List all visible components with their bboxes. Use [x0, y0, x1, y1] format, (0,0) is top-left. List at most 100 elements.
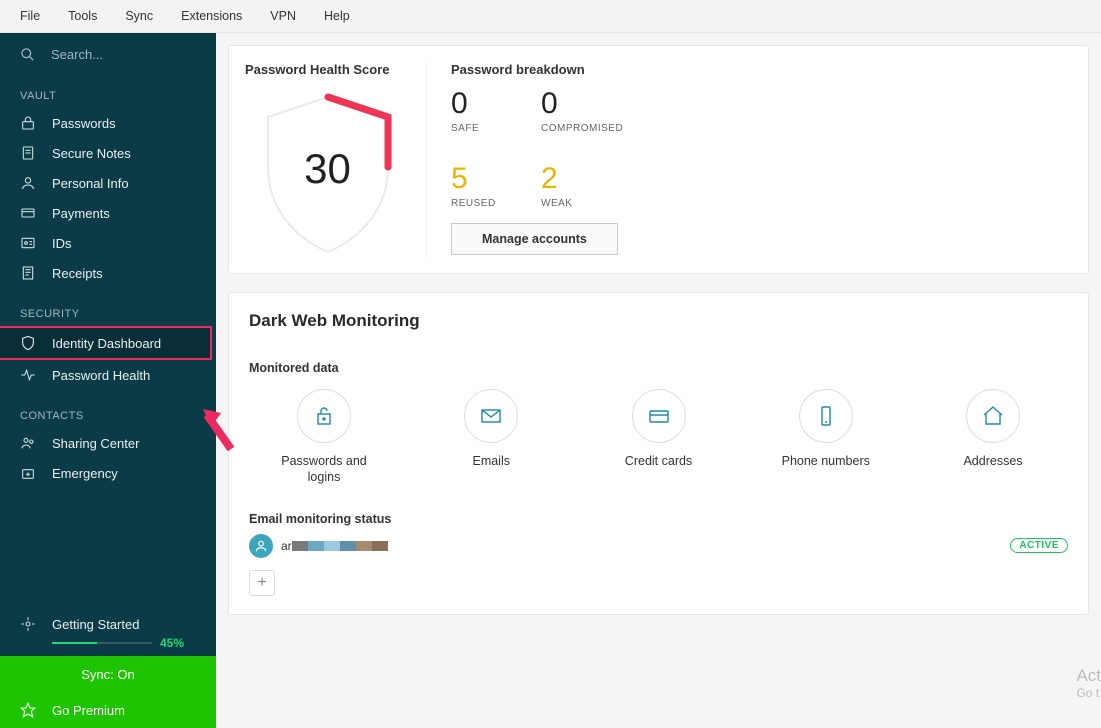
card-icon: [647, 404, 671, 428]
menu-help[interactable]: Help: [310, 3, 364, 29]
breakdown-column: Password breakdown 0 SAFE 0 COMPROMISED …: [427, 62, 675, 257]
sidebar-item-ids[interactable]: IDs: [0, 228, 216, 258]
dark-web-card: Dark Web Monitoring Monitored data Passw…: [228, 292, 1089, 615]
add-email-button[interactable]: +: [249, 570, 275, 596]
sidebar-item-label: Emergency: [52, 466, 118, 481]
sidebar-item-label: Personal Info: [52, 176, 129, 191]
score-title: Password Health Score: [245, 62, 410, 77]
menu-vpn[interactable]: VPN: [256, 3, 310, 29]
monitored-label: Credit cards: [625, 453, 692, 469]
breakdown-title: Password breakdown: [451, 62, 651, 77]
menubar: File Tools Sync Extensions VPN Help: [0, 0, 1101, 33]
breakdown-compromised-value: 0: [541, 89, 623, 119]
breakdown-safe: 0 SAFE: [451, 89, 511, 134]
lock-icon: [312, 404, 336, 428]
pulse-icon: [20, 367, 36, 383]
email-monitoring-title: Email monitoring status: [249, 512, 1068, 526]
sidebar-item-label: Passwords: [52, 116, 116, 131]
active-badge: ACTIVE: [1010, 538, 1068, 553]
breakdown-weak-label: WEAK: [541, 198, 601, 209]
sidebar-item-label: Sharing Center: [52, 436, 139, 451]
monitored-emails[interactable]: Emails: [436, 389, 546, 486]
sidebar-item-password-health[interactable]: Password Health: [0, 360, 216, 390]
breakdown-reused-value: 5: [451, 164, 511, 194]
breakdown-weak: 2 WEAK: [541, 164, 601, 209]
progress-bar: [52, 642, 152, 644]
sidebar-item-label: Password Health: [52, 368, 150, 383]
sidebar-item-label: Secure Notes: [52, 146, 131, 161]
monitored-passwords[interactable]: Passwords and logins: [269, 389, 379, 486]
sidebar-item-sharing-center[interactable]: Sharing Center: [0, 428, 216, 458]
breakdown-safe-label: SAFE: [451, 123, 511, 134]
menu-extensions[interactable]: Extensions: [167, 3, 256, 29]
sidebar-item-receipts[interactable]: Receipts: [0, 258, 216, 288]
sparkle-icon: [20, 616, 36, 632]
person-icon: [254, 539, 268, 553]
menu-file[interactable]: File: [6, 3, 54, 29]
progress-percent: 45%: [160, 636, 184, 650]
sidebar: Search... VAULT Passwords Secure Notes P…: [0, 33, 216, 728]
email-redacted: ar: [281, 539, 388, 553]
shield-icon: [20, 335, 36, 351]
monitored-row: Passwords and logins Emails Credit cards…: [249, 389, 1068, 486]
lock-icon: [20, 115, 36, 131]
email-monitoring-row: ar ACTIVE: [249, 534, 1068, 558]
search-icon: [20, 47, 35, 62]
sync-label: Sync: On: [81, 667, 134, 682]
emergency-icon: [20, 465, 36, 481]
manage-accounts-button[interactable]: Manage accounts: [451, 223, 618, 255]
monitored-label: Passwords and logins: [269, 453, 379, 486]
home-icon: [981, 404, 1005, 428]
health-card: Password Health Score 30 Password breakd…: [228, 45, 1089, 274]
breakdown-reused-label: REUSED: [451, 198, 511, 209]
section-vault-label: VAULT: [0, 70, 216, 108]
search-placeholder: Search...: [51, 47, 103, 62]
sidebar-item-emergency[interactable]: Emergency: [0, 458, 216, 488]
star-icon: [20, 702, 36, 718]
sidebar-item-label: IDs: [52, 236, 72, 251]
breakdown-weak-value: 2: [541, 164, 601, 194]
note-icon: [20, 145, 36, 161]
main-content: Password Health Score 30 Password breakd…: [216, 33, 1101, 728]
sidebar-item-label: Identity Dashboard: [52, 336, 161, 351]
sidebar-item-payments[interactable]: Payments: [0, 198, 216, 228]
dwm-title: Dark Web Monitoring: [249, 311, 1068, 331]
people-icon: [20, 435, 36, 451]
card-icon: [20, 205, 36, 221]
breakdown-reused: 5 REUSED: [451, 164, 511, 209]
go-premium-button[interactable]: Go Premium: [0, 692, 216, 728]
sync-status[interactable]: Sync: On: [0, 656, 216, 692]
score-column: Password Health Score 30: [229, 62, 427, 257]
id-icon: [20, 235, 36, 251]
section-security-label: SECURITY: [0, 288, 216, 326]
sidebar-bottom: Getting Started 45% Sync: On Go Premium: [0, 606, 216, 728]
breakdown-safe-value: 0: [451, 89, 511, 119]
score-shield: 30: [253, 87, 403, 257]
menu-sync[interactable]: Sync: [111, 3, 167, 29]
avatar: [249, 534, 273, 558]
monitored-credit-cards[interactable]: Credit cards: [604, 389, 714, 486]
sidebar-item-personal-info[interactable]: Personal Info: [0, 168, 216, 198]
search-input[interactable]: Search...: [0, 33, 216, 70]
mail-icon: [479, 404, 503, 428]
monitored-addresses[interactable]: Addresses: [938, 389, 1048, 486]
menu-tools[interactable]: Tools: [54, 3, 111, 29]
phone-icon: [814, 404, 838, 428]
monitored-label: Phone numbers: [782, 453, 870, 469]
sidebar-item-label: Payments: [52, 206, 110, 221]
sidebar-item-identity-dashboard[interactable]: Identity Dashboard: [0, 326, 212, 360]
sidebar-item-label: Receipts: [52, 266, 103, 281]
getting-started[interactable]: Getting Started 45%: [0, 606, 216, 656]
section-contacts-label: CONTACTS: [0, 390, 216, 428]
premium-label: Go Premium: [52, 703, 125, 718]
getting-started-label: Getting Started: [52, 617, 139, 632]
breakdown-compromised-label: COMPROMISED: [541, 123, 623, 134]
email-prefix: ar: [281, 539, 292, 553]
receipt-icon: [20, 265, 36, 281]
monitored-phone[interactable]: Phone numbers: [771, 389, 881, 486]
breakdown-compromised: 0 COMPROMISED: [541, 89, 623, 134]
monitored-label: Addresses: [963, 453, 1022, 469]
sidebar-item-passwords[interactable]: Passwords: [0, 108, 216, 138]
person-icon: [20, 175, 36, 191]
sidebar-item-secure-notes[interactable]: Secure Notes: [0, 138, 216, 168]
